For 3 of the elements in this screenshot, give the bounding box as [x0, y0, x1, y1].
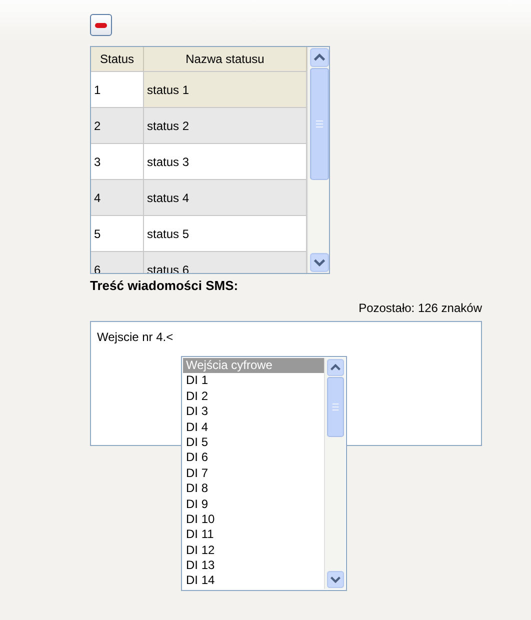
table-cell: status 1 — [144, 72, 307, 107]
sms-label: Treść wiadomości SMS: — [90, 278, 240, 293]
remaining-characters: Pozostało: 126 znaków — [358, 301, 482, 315]
